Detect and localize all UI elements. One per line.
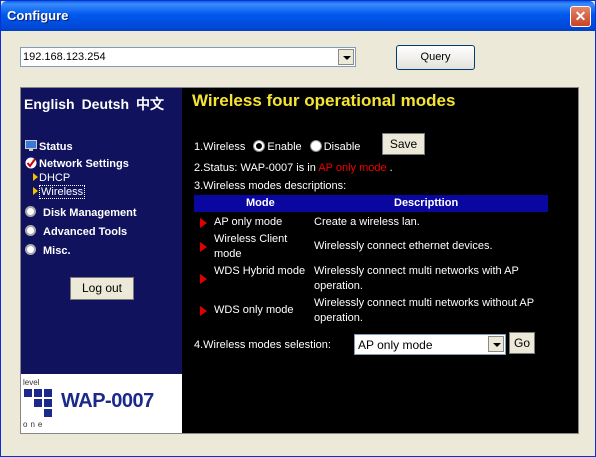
nav-advanced-tools-label: Advanced Tools: [43, 226, 128, 238]
nav-advanced-tools[interactable]: Advanced Tools: [25, 225, 127, 238]
configure-window: Configure ✕ 192.168.123.254 Query Englis…: [0, 0, 596, 457]
nav-disk-management-label: Disk Management: [43, 207, 137, 219]
arrow-right-icon: [200, 306, 207, 316]
mode-name: WDS Hybrid mode: [214, 265, 306, 277]
chevron-down-icon[interactable]: [488, 336, 504, 352]
nav-wireless[interactable]: Wireless: [33, 185, 86, 199]
lang-chinese[interactable]: 中文: [136, 96, 164, 112]
disable-radio[interactable]: [309, 140, 322, 152]
mode-description: Create a wireless lan.: [314, 216, 420, 228]
disable-label: Disable: [323, 141, 361, 153]
mode-name: AP only mode: [214, 216, 283, 228]
address-select[interactable]: 192.168.123.254: [20, 47, 356, 67]
close-button[interactable]: ✕: [570, 6, 591, 27]
svg-text:level: level: [23, 378, 40, 387]
nav-status[interactable]: Status: [25, 140, 73, 153]
page-title: Wireless four operational modes: [192, 91, 456, 110]
bullet-icon: [25, 206, 36, 217]
status-line: 2.Status: WAP-0007 is in AP only mode .: [194, 162, 393, 174]
nav-wireless-label: Wireless: [39, 185, 86, 199]
levelone-logo: level one WAP-0007: [21, 374, 182, 433]
window-title: Configure: [7, 8, 69, 23]
svg-text:one: one: [23, 420, 45, 429]
nav-network-settings-label: Network Settings: [39, 158, 129, 170]
mode-description: Wirelessly connect ethernet devices.: [314, 240, 493, 252]
go-button[interactable]: Go: [509, 332, 535, 354]
sidebar: English Deutsh 中文 Status Network Settings …: [21, 88, 182, 433]
arrow-right-icon: [200, 274, 207, 284]
nav-dhcp-label: DHCP: [39, 172, 71, 184]
enable-label: Enable: [267, 141, 302, 153]
chevron-down-icon[interactable]: [338, 49, 354, 65]
status-prefix: 2.Status: WAP-0007 is in: [194, 162, 319, 174]
nav-status-label: Status: [39, 141, 73, 153]
lang-deutsch[interactable]: Deutsh: [82, 96, 129, 112]
main-content: Wireless four operational modes 1.Wirele…: [182, 88, 578, 433]
levelone-logo-mark: level one: [23, 378, 52, 429]
logout-button[interactable]: Log out: [70, 277, 134, 300]
lang-english[interactable]: English: [24, 96, 75, 112]
wireless-toggle-row: 1.Wireless Enable Disable: [194, 140, 360, 153]
bullet-icon: [25, 244, 36, 255]
selection-label: 4.Wireless modes selestion:: [194, 339, 331, 351]
mode-select[interactable]: AP only mode: [354, 334, 506, 355]
enable-radio[interactable]: [253, 140, 266, 152]
nav-misc-label: Misc.: [43, 245, 71, 257]
descriptions-label: 3.Wireless modes descriptions:: [194, 180, 347, 192]
query-button[interactable]: Query: [396, 45, 475, 70]
arrow-right-icon: [33, 173, 38, 181]
nav-dhcp[interactable]: DHCP: [33, 172, 70, 184]
nav-misc[interactable]: Misc.: [25, 244, 71, 257]
mode-description: Wirelessly connect multi networks withou…: [314, 297, 534, 324]
language-switcher: English Deutsh 中文: [24, 94, 171, 114]
mode-name: Wireless Client mode: [214, 233, 288, 260]
config-panel: English Deutsh 中文 Status Network Settings …: [20, 87, 579, 434]
arrow-right-icon: [33, 187, 38, 195]
header-description: Descripttion: [394, 197, 459, 209]
nav-network-settings[interactable]: Network Settings: [25, 157, 129, 170]
arrow-right-icon: [200, 242, 207, 252]
status-mode: AP only mode: [318, 162, 387, 174]
wireless-label: 1.Wireless: [194, 141, 246, 153]
monitor-icon: [25, 140, 37, 151]
close-icon: ✕: [574, 8, 587, 24]
mode-name: WDS only mode: [214, 304, 294, 316]
title-bar[interactable]: Configure ✕: [1, 1, 595, 31]
check-icon: [25, 157, 37, 169]
model-name: WAP-0007: [61, 390, 154, 412]
selected-mode: AP only mode: [358, 338, 433, 352]
address-value: 192.168.123.254: [23, 51, 106, 63]
nav-disk-management[interactable]: Disk Management: [25, 206, 137, 219]
modes-table-header: Mode Descripttion: [194, 195, 548, 212]
header-mode: Mode: [246, 197, 275, 209]
arrow-right-icon: [200, 218, 207, 228]
status-suffix: .: [386, 162, 393, 174]
bullet-icon: [25, 225, 36, 236]
mode-description: Wirelessly connect multi networks with A…: [314, 265, 519, 292]
save-button[interactable]: Save: [382, 133, 425, 155]
